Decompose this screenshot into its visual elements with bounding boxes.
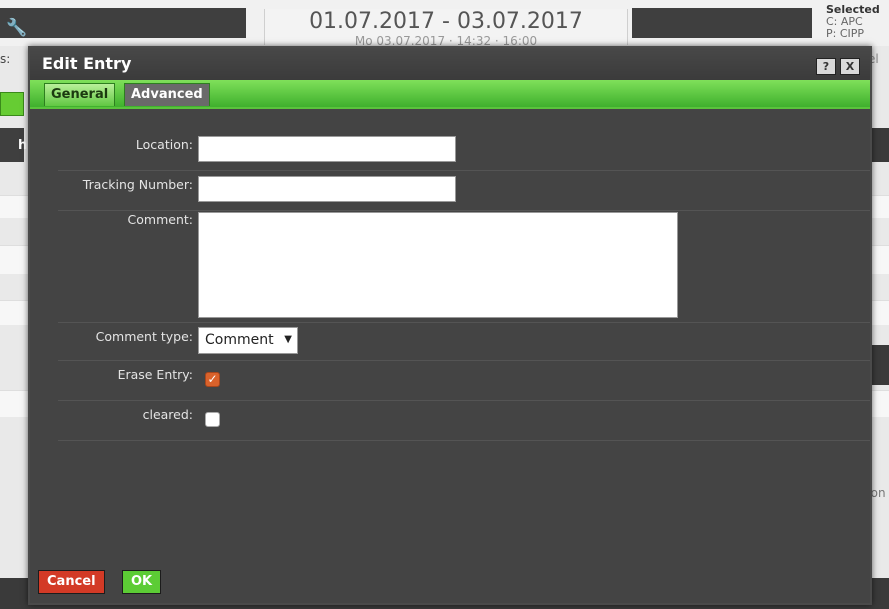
- dialog-titlebar[interactable]: Edit Entry ? X: [30, 48, 870, 80]
- left-green-button[interactable]: [0, 92, 24, 116]
- location-row: Location:: [58, 130, 870, 171]
- selected-p: P: CIPP: [826, 27, 865, 40]
- header-toolbar-right: [632, 8, 812, 38]
- date-range-subtitle: Mo 03.07.2017 · 14:32 · 16:00: [354, 35, 538, 45]
- erase-entry-label: Erase Entry:: [117, 367, 193, 382]
- comment-type-row: Comment type: Comment ▼: [58, 322, 870, 361]
- erase-entry-row: Erase Entry: ✓: [58, 360, 870, 401]
- tab-general[interactable]: General: [44, 83, 116, 106]
- left-fragment: s:: [0, 52, 11, 66]
- dialog-title: Edit Entry: [42, 54, 132, 73]
- date-range-text: 01.07.2017 - 03.07.2017: [309, 9, 583, 34]
- help-icon[interactable]: ?: [816, 58, 836, 75]
- cancel-button[interactable]: Cancel: [38, 570, 105, 594]
- left-header-fragment: h: [0, 128, 27, 162]
- tracking-number-label: Tracking Number:: [82, 177, 193, 192]
- selected-panel: Selected C: APC P: CIPP: [826, 4, 889, 40]
- edit-entry-dialog: Edit Entry ? X General Advanced Location…: [28, 46, 872, 605]
- comment-label: Comment:: [127, 212, 193, 227]
- cleared-checkbox[interactable]: [205, 412, 220, 427]
- ok-button[interactable]: OK: [122, 570, 162, 594]
- comment-row: Comment:: [58, 210, 870, 323]
- location-input[interactable]: [198, 136, 456, 162]
- dropdown-arrow-icon: ▼: [284, 334, 292, 345]
- wrench-icon[interactable]: 🔧: [6, 18, 27, 38]
- header-toolbar-left: [0, 8, 246, 38]
- tracking-row: Tracking Number:: [58, 170, 870, 211]
- comment-type-value: Comment: [205, 332, 274, 348]
- tracking-number-input[interactable]: [198, 176, 456, 202]
- cleared-label: cleared:: [142, 407, 193, 422]
- tab-bar: General Advanced: [30, 80, 870, 109]
- erase-entry-checkbox[interactable]: ✓: [205, 372, 220, 387]
- location-label: Location:: [135, 137, 193, 152]
- comment-type-select[interactable]: Comment ▼: [198, 327, 298, 354]
- close-icon[interactable]: X: [840, 58, 860, 75]
- comment-textarea[interactable]: [198, 212, 678, 318]
- date-range-header[interactable]: 01.07.2017 - 03.07.2017 Mo 03.07.2017 · …: [264, 9, 628, 45]
- cleared-row: cleared:: [58, 400, 870, 441]
- comment-type-label: Comment type:: [95, 329, 193, 344]
- tab-advanced[interactable]: Advanced: [124, 83, 210, 106]
